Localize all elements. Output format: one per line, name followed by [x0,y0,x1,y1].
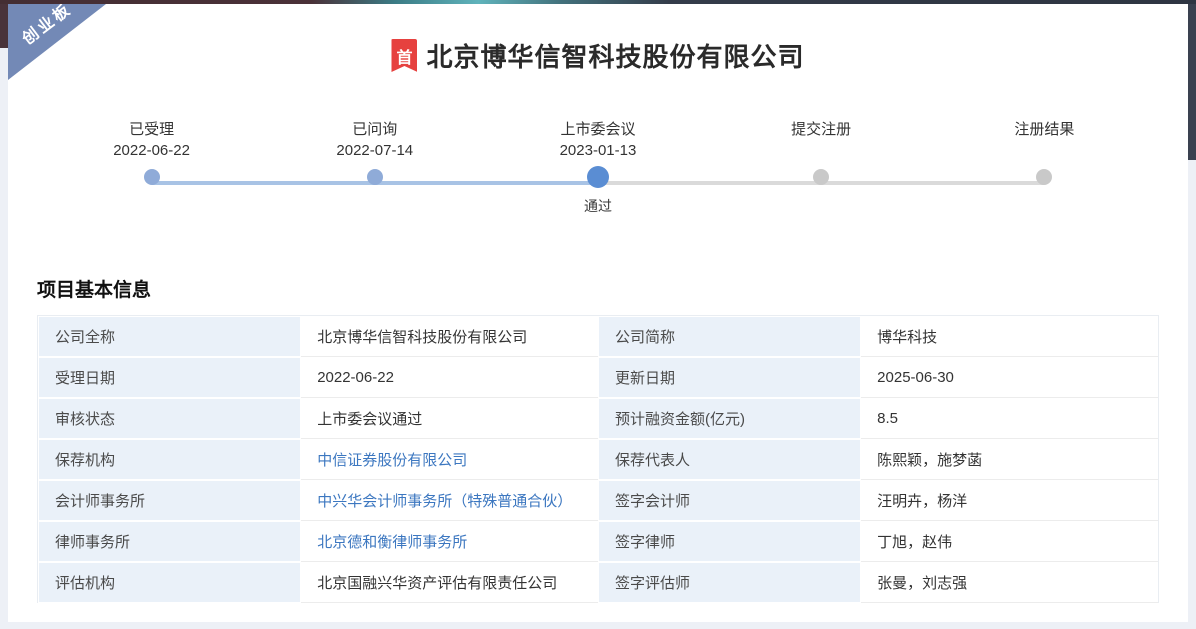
link-accounting-firm[interactable]: 中兴华会计师事务所（特殊普通合伙） [301,480,598,521]
label-signing-lawyers: 签字律师 [597,521,862,562]
label-law-firm: 律师事务所 [38,521,302,562]
timeline-step-inquired: 已问询 2022-07-14 [263,119,486,216]
step-date: 2022-07-14 [336,142,414,159]
step-name: 注册结果 [1014,121,1075,138]
value-signing-appraisers: 张曼，刘志强 [861,562,1158,603]
value-review-status: 上市委会议通过 [301,398,598,439]
first-issue-badge-icon: 首 [391,39,418,72]
table-row: 会计师事务所 中兴华会计师事务所（特殊普通合伙） 签字会计师 汪明卉，杨洋 [38,480,1158,521]
timeline-dot [366,169,383,185]
section-title-basic-info: 项目基本信息 [37,280,152,301]
review-status-timeline: 已受理 2022-06-22 已问询 2022-07-14 上市委会议 2023… [40,119,1156,229]
table-row: 保荐机构 中信证券股份有限公司 保荐代表人 陈熙颖，施梦菡 [38,439,1158,480]
label-sponsor-representatives: 保荐代表人 [597,439,862,480]
label-update-date: 更新日期 [597,357,862,398]
step-date: 2022-06-22 [113,142,190,159]
value-signing-accountants: 汪明卉，杨洋 [861,480,1158,521]
step-date: 2023-01-13 [559,142,637,159]
timeline-dot-active [586,166,609,188]
background-gutter-right [1188,4,1196,160]
link-law-firm[interactable]: 北京德和衡律师事务所 [301,521,598,562]
value-appraisal-agency: 北京国融兴华资产评估有限责任公司 [301,562,598,603]
step-name: 已问询 [352,121,398,138]
timeline-dot [143,169,160,185]
table-row: 评估机构 北京国融兴华资产评估有限责任公司 签字评估师 张曼，刘志强 [38,562,1158,603]
label-company-full-name: 公司全称 [38,316,302,357]
link-sponsor[interactable]: 中信证券股份有限公司 [301,439,598,480]
page-title: 北京博华信智科技股份有限公司 [426,42,805,72]
label-appraisal-agency: 评估机构 [38,562,302,603]
background-gutter-left [0,4,8,48]
label-signing-accountants: 签字会计师 [597,480,862,521]
label-sponsor: 保荐机构 [38,439,302,480]
value-update-date: 2025-06-30 [861,357,1158,398]
timeline-dot [1036,169,1053,185]
value-company-short-name: 博华科技 [861,316,1158,357]
label-acceptance-date: 受理日期 [38,357,302,398]
value-sponsor-representatives: 陈熙颖，施梦菡 [861,439,1158,480]
timeline-step-accepted: 已受理 2022-06-22 [40,119,263,216]
table-row: 律师事务所 北京德和衡律师事务所 签字律师 丁旭，赵伟 [38,521,1158,562]
step-name: 上市委会议 [560,121,636,138]
timeline-step-committee-meeting: 上市委会议 2023-01-13 通过 [486,119,709,216]
basic-info-table: 公司全称 北京博华信智科技股份有限公司 公司简称 博华科技 受理日期 2022-… [37,315,1159,603]
content-card: 创业板 首 北京博华信智科技股份有限公司 已受理 2022-06-22 已问询 … [8,4,1188,622]
table-row: 审核状态 上市委会议通过 预计融资金额(亿元) 8.5 [38,398,1158,439]
value-company-full-name: 北京博华信智科技股份有限公司 [301,316,598,357]
label-signing-appraisers: 签字评估师 [597,562,862,603]
label-company-short-name: 公司简称 [597,316,862,357]
label-planned-funding: 预计融资金额(亿元) [597,398,862,439]
table-row: 公司全称 北京博华信智科技股份有限公司 公司简称 博华科技 [38,316,1158,357]
table-row: 受理日期 2022-06-22 更新日期 2025-06-30 [38,357,1158,398]
value-acceptance-date: 2022-06-22 [301,357,598,398]
label-review-status: 审核状态 [38,398,302,439]
page-header: 首 北京博华信智科技股份有限公司 [8,37,1188,74]
timeline-step-registration-result: 注册结果 [933,119,1156,216]
step-name: 已受理 [129,121,175,138]
timeline-dot [813,169,830,185]
timeline-step-submit-registration: 提交注册 [710,119,933,216]
label-accounting-firm: 会计师事务所 [38,480,302,521]
value-planned-funding: 8.5 [861,398,1158,439]
value-signing-lawyers: 丁旭，赵伟 [861,521,1158,562]
step-result-note: 通过 [583,198,612,214]
step-name: 提交注册 [791,121,852,138]
